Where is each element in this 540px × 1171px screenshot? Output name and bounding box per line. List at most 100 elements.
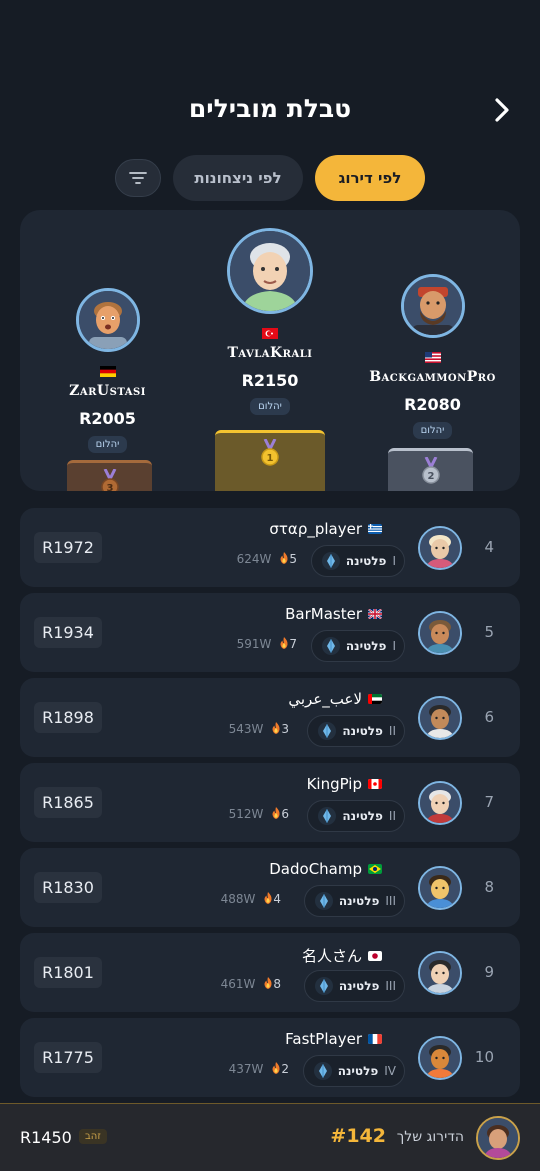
league-division: I: [392, 639, 396, 653]
leaderboard-row[interactable]: 5 BarMaster פלטינה I 591W 7 R1934: [20, 593, 520, 672]
diamond-icon: [314, 977, 333, 995]
player-rating: R1830: [34, 872, 102, 903]
bronze-medal-icon: 3: [100, 469, 119, 491]
avatar: [418, 1036, 462, 1080]
avatar: [400, 274, 465, 338]
leaderboard-row[interactable]: 10 FastPlayer פלטינה IV 437W 2 R1775: [20, 1018, 520, 1097]
player-name: BackgammonPro: [369, 369, 496, 385]
flag-gb-icon: [368, 609, 382, 619]
player-stats: 543W 3: [229, 722, 289, 736]
player-rating: R1865: [34, 787, 102, 818]
podium-block-second: 2: [388, 448, 473, 491]
my-rank: #142: [330, 1125, 386, 1147]
player-name-row: BarMaster: [285, 605, 382, 623]
league-division: I: [392, 554, 396, 568]
avatar: [418, 611, 462, 655]
leaderboard-row[interactable]: 6 لاعب_عربي פלטינה II 543W 3 R1898: [20, 678, 520, 757]
flag-us-icon: [424, 348, 441, 363]
my-rank-label: הדירוג שלך: [396, 1129, 464, 1145]
player-name-row: KingPip: [307, 775, 382, 793]
player-name-row: FastPlayer: [285, 1030, 382, 1048]
flag-ca-icon: [368, 779, 382, 789]
flag-jp-icon: [368, 950, 382, 961]
player-name: ZarUstasi: [69, 383, 146, 399]
avatar: [418, 696, 462, 740]
fire-icon: [280, 637, 288, 649]
league-name: פלטינה: [337, 1064, 379, 1078]
league-badge: פלטינה III: [303, 970, 405, 1002]
league-badge: פלטינה III: [303, 885, 405, 917]
player-name: FastPlayer: [285, 1030, 362, 1048]
rank-number: 9: [484, 963, 494, 981]
league-name: פלטינה: [345, 639, 387, 653]
player-rating: R2080: [404, 395, 461, 414]
tier-badge: יהלום: [412, 422, 453, 439]
avatar: [418, 951, 462, 995]
leaderboard-row[interactable]: 8 DadoChamp פלטינה III 488W 4 R1830: [20, 848, 520, 927]
avatar: [418, 526, 462, 570]
rank-number: 6: [484, 708, 494, 726]
rank-number: 10: [474, 1048, 494, 1066]
player-rating: R2150: [241, 371, 299, 390]
league-badge: פלטינה IV: [302, 1055, 405, 1087]
league-badge: פלטינה I: [310, 545, 405, 577]
player-stats: 488W 4: [221, 892, 281, 906]
podium-first[interactable]: TavlaKrali R2150 יהלום: [195, 228, 345, 415]
player-name-row: DadoChamp: [269, 860, 382, 878]
svg-text:2: 2: [427, 471, 434, 482]
player-name: DadoChamp: [269, 860, 362, 878]
chevron-right-icon: [495, 98, 509, 122]
streak-count: 5: [289, 552, 297, 566]
back-button[interactable]: [484, 92, 520, 128]
podium-second[interactable]: BackgammonPro R2080 יהלום: [360, 274, 505, 439]
player-rating: R1775: [34, 1042, 102, 1073]
wins-count: 543W: [228, 722, 264, 736]
avatar: [418, 781, 462, 825]
streak: 2: [271, 1062, 289, 1076]
rank-number: 4: [484, 538, 494, 556]
league-division: II: [388, 809, 396, 823]
streak-count: 3: [281, 722, 289, 736]
leaderboard-row[interactable]: 9 名人さん פלטינה III 461W 8 R1801: [20, 933, 520, 1012]
rank-number: 5: [484, 623, 494, 641]
player-name: σταρ_player: [269, 520, 362, 538]
player-name-row: 名人さん: [302, 945, 382, 966]
diamond-icon: [321, 552, 340, 570]
league-badge: פלטינה I: [310, 630, 405, 662]
fire-icon: [264, 977, 272, 989]
svg-text:1: 1: [267, 453, 274, 464]
streak: 4: [263, 892, 281, 906]
diamond-icon: [321, 637, 340, 655]
leaderboard-row[interactable]: 4 σταρ_player פלטינה I 624W 5 R1972: [20, 508, 520, 587]
page-title: טבלת מובילים: [188, 94, 352, 123]
tier-badge: יהלום: [250, 398, 290, 415]
my-rank-bar[interactable]: R1450 זהב #142 הדירוג שלך: [0, 1103, 540, 1171]
podium-third[interactable]: ZarUstasi R2005 יהלום: [35, 288, 180, 453]
flag-ae-icon: [368, 694, 382, 704]
league-badge: פלטינה II: [307, 715, 405, 747]
wins-count: 437W: [228, 1062, 264, 1076]
player-name-row: σταρ_player: [269, 520, 382, 538]
streak-count: 7: [289, 637, 297, 651]
streak: 7: [279, 637, 297, 651]
player-rating: R1972: [34, 532, 102, 563]
tab-by-wins[interactable]: לפי ניצחונות: [173, 155, 303, 201]
streak-count: 4: [273, 892, 281, 906]
my-avatar: [476, 1116, 520, 1160]
rank-number: 8: [484, 878, 494, 896]
fire-icon: [272, 1062, 280, 1074]
my-tier-badge: זהב: [79, 1129, 107, 1144]
podium-card: BackgammonPro R2080 יהלום TavlaKrali R21…: [20, 210, 520, 491]
league-name: פלטינה: [345, 554, 387, 568]
league-badge: פלטינה II: [307, 800, 405, 832]
rank-number: 7: [484, 793, 494, 811]
wins-count: 461W: [220, 977, 256, 991]
tab-by-rank[interactable]: לפי דירוג: [315, 155, 425, 201]
filter-button[interactable]: [115, 159, 161, 197]
flag-de-icon: [99, 362, 116, 377]
avatar: [227, 228, 313, 314]
leaderboard-row[interactable]: 7 KingPip פלטינה II 512W 6 R1865: [20, 763, 520, 842]
player-name: BarMaster: [285, 605, 362, 623]
streak-count: 2: [281, 1062, 289, 1076]
diamond-icon: [318, 807, 337, 825]
